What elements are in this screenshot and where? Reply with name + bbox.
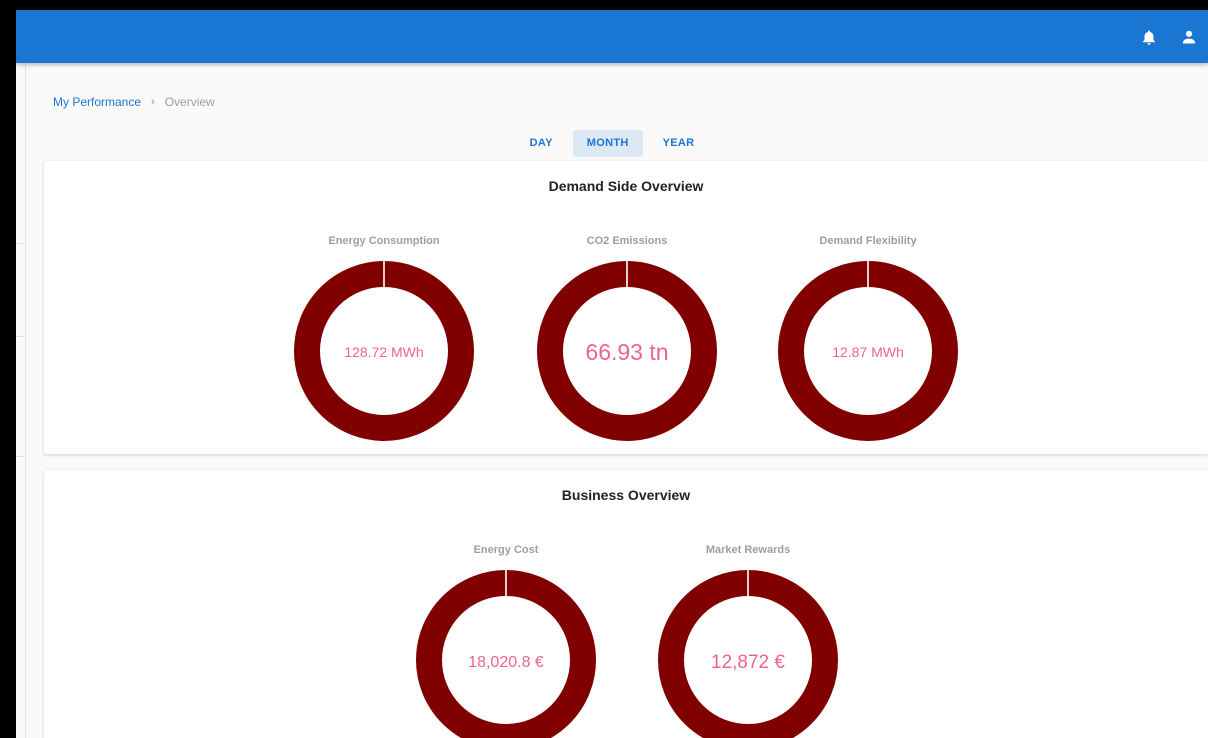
breadcrumb-overview: Overview — [164, 95, 215, 109]
user-icon[interactable] — [1178, 26, 1200, 48]
sidebar-divider — [16, 336, 25, 337]
co2-emissions-value: 66.93 tn — [585, 339, 668, 365]
market-rewards-value: 12,872 € — [711, 652, 785, 673]
energy-cost-value: 18,020.8 € — [468, 654, 544, 671]
market-rewards-gauge: Market Rewards 12,872 € — [658, 544, 838, 738]
gauge-label: Energy Cost — [473, 544, 539, 556]
gauge-label: Energy Consumption — [328, 235, 440, 247]
bell-icon[interactable] — [1138, 26, 1160, 48]
energy-cost-gauge: Energy Cost 18,020.8 € — [416, 544, 596, 738]
gauge-label: Demand Flexibility — [819, 235, 917, 247]
energy-cost-donut: 18,020.8 € — [416, 570, 596, 738]
energy-consumption-donut: 128.72 MWh — [294, 261, 474, 441]
demand-flexibility-donut: 12.87 MWh — [778, 261, 958, 441]
market-rewards-donut: 12,872 € — [658, 570, 838, 738]
co2-emissions-donut: 66.93 tn — [537, 261, 717, 441]
demand-side-overview-card: Demand Side Overview Energy Consumption … — [44, 161, 1208, 454]
app-window: My Performance › Overview DAY MONTH YEAR… — [16, 10, 1208, 738]
business-overview-card: Business Overview Energy Cost 18,020.8 €… — [44, 470, 1208, 738]
collapsed-sidebar — [16, 63, 26, 738]
screen: My Performance › Overview DAY MONTH YEAR… — [0, 0, 1208, 738]
sidebar-divider — [16, 456, 25, 457]
tab-month[interactable]: MONTH — [572, 130, 643, 157]
breadcrumb-separator: › — [151, 96, 155, 108]
sidebar-divider — [16, 243, 25, 244]
tab-day[interactable]: DAY — [516, 130, 567, 157]
breadcrumb-my-performance[interactable]: My Performance — [53, 95, 141, 109]
gauge-label: Market Rewards — [705, 544, 791, 556]
business-overview-title: Business Overview — [561, 487, 691, 503]
demand-flexibility-gauge: Demand Flexibility 12.87 MWh — [778, 235, 958, 441]
top-app-bar — [16, 10, 1208, 63]
energy-consumption-gauge: Energy Consumption 128.72 MWh — [294, 235, 474, 441]
co2-emissions-gauge: CO2 Emissions 66.93 tn — [537, 235, 717, 441]
tab-year[interactable]: YEAR — [649, 130, 709, 157]
gauge-label: CO2 Emissions — [586, 235, 668, 247]
energy-consumption-value: 128.72 MWh — [344, 344, 423, 360]
demand-flexibility-value: 12.87 MWh — [832, 344, 904, 360]
period-tabs: DAY MONTH YEAR — [16, 130, 1208, 157]
breadcrumb: My Performance › Overview — [53, 95, 215, 109]
demand-side-overview-title: Demand Side Overview — [548, 178, 704, 194]
